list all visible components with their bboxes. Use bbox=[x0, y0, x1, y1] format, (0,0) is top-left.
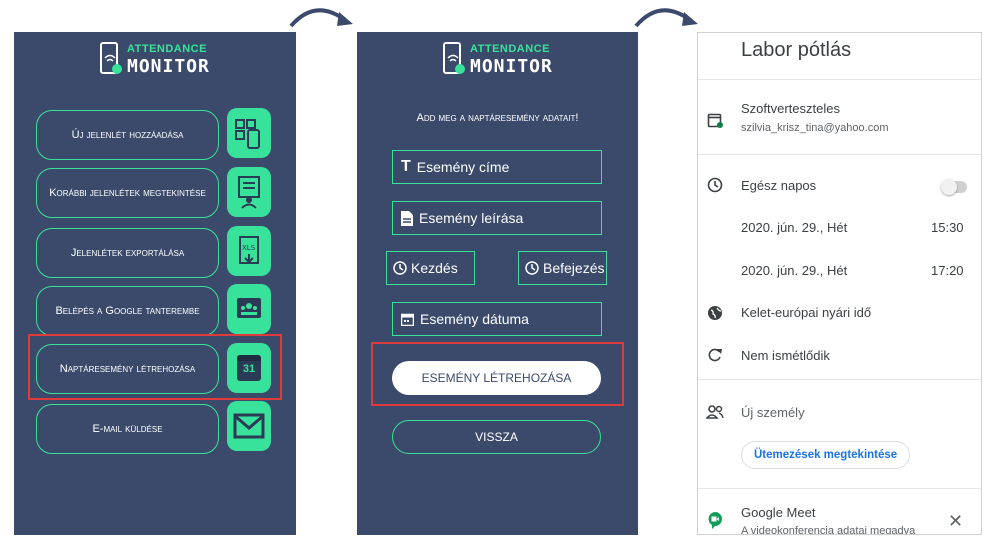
send-email-button[interactable]: E-mail küldése bbox=[36, 404, 219, 454]
field-label: Befejezés bbox=[543, 260, 605, 276]
add-attendance-button[interactable]: Új jelenlét hozzáadása bbox=[36, 110, 219, 160]
list-person-icon[interactable] bbox=[227, 167, 271, 217]
start-time[interactable]: 15:30 bbox=[931, 220, 964, 235]
menu-item-label: Jelenlétek exportálása bbox=[70, 247, 185, 259]
logo-dot bbox=[112, 64, 122, 74]
export-attendance-button[interactable]: Jelenlétek exportálása bbox=[36, 228, 219, 278]
form-prompt: Add meg a naptáresemény adatait! bbox=[416, 112, 579, 124]
flow-arrow-icon bbox=[634, 8, 698, 28]
event-date-field[interactable]: Esemény dátuma bbox=[392, 302, 602, 336]
event-description-field[interactable]: Esemény leírása bbox=[392, 201, 602, 235]
xls-export-icon[interactable]: XLS bbox=[227, 226, 271, 276]
qr-phone-icon[interactable] bbox=[227, 108, 271, 158]
field-label: Kezdés bbox=[411, 260, 458, 276]
classroom-icon[interactable] bbox=[227, 284, 271, 334]
view-attendance-button[interactable]: Korábbi jelenlétek megtekintése bbox=[36, 168, 219, 218]
app-logo: ATTENDANCE MONITOR bbox=[100, 40, 220, 80]
svg-text:XLS: XLS bbox=[242, 244, 256, 252]
toggle-knob bbox=[941, 179, 957, 195]
divider bbox=[698, 79, 981, 80]
flow-arrow-icon bbox=[289, 8, 353, 28]
menu-item-label: Új jelenlét hozzáadása bbox=[71, 129, 184, 141]
end-time-button[interactable]: Befejezés bbox=[518, 251, 607, 285]
clock-icon bbox=[706, 176, 724, 194]
google-meet-icon bbox=[706, 511, 724, 529]
meet-title: Google Meet bbox=[741, 505, 816, 520]
end-date[interactable]: 2020. jún. 29., Hét bbox=[741, 263, 847, 278]
calendar-icon bbox=[706, 111, 724, 129]
meet-subtitle: A videokonferencia adatai megadva bbox=[741, 525, 916, 535]
all-day-toggle[interactable] bbox=[941, 179, 967, 195]
end-time[interactable]: 17:20 bbox=[931, 263, 964, 278]
back-button[interactable]: VISSZA bbox=[392, 420, 601, 454]
menu-item-label: Belépés a Google tanterembe bbox=[55, 305, 200, 317]
calendar-event-screen: Labor pótlás Szoftverteszteles szilvia_k… bbox=[697, 32, 982, 535]
app-logo: ATTENDANCE MONITOR bbox=[443, 40, 563, 80]
calendar-icon bbox=[401, 313, 414, 326]
logo-line1: ATTENDANCE bbox=[127, 43, 207, 55]
start-date[interactable]: 2020. jún. 29., Hét bbox=[741, 220, 847, 235]
people-icon bbox=[706, 403, 724, 421]
menu-item-label: Korábbi jelenlétek megtekintése bbox=[49, 187, 206, 199]
event-form-screen: ATTENDANCE MONITOR Add meg a naptáresemé… bbox=[357, 32, 638, 535]
close-icon[interactable]: ✕ bbox=[948, 511, 963, 532]
document-icon bbox=[401, 210, 413, 226]
calendar-name[interactable]: Szoftverteszteles bbox=[741, 101, 840, 116]
logo-dot bbox=[455, 64, 465, 74]
divider bbox=[698, 379, 981, 380]
menu-item-label: E-mail küldése bbox=[92, 423, 163, 435]
field-label: Esemény címe bbox=[416, 159, 510, 175]
logo-line1: ATTENDANCE bbox=[470, 43, 550, 55]
clock-icon bbox=[525, 261, 539, 275]
logo-line2: MONITOR bbox=[470, 56, 553, 77]
calendar-account: szilvia_krisz_tina@yahoo.com bbox=[741, 122, 889, 134]
view-schedules-button[interactable]: Ütemezések megtekintése bbox=[741, 441, 911, 469]
text-icon: T bbox=[401, 158, 411, 175]
add-person-field[interactable]: Új személy bbox=[741, 405, 805, 420]
repeat-setting[interactable]: Nem ismétlődik bbox=[741, 348, 830, 363]
field-label: Esemény leírása bbox=[419, 210, 524, 226]
timezone[interactable]: Kelet-európai nyári idő bbox=[741, 305, 871, 320]
mail-icon[interactable] bbox=[227, 401, 271, 451]
event-title-field[interactable]: T Esemény címe bbox=[392, 150, 602, 184]
highlight-box bbox=[28, 334, 282, 400]
all-day-label: Egész napos bbox=[741, 178, 817, 193]
highlight-box bbox=[371, 342, 624, 406]
start-time-button[interactable]: Kezdés bbox=[386, 251, 475, 285]
divider bbox=[698, 154, 981, 155]
clock-icon bbox=[393, 261, 407, 275]
event-title: Labor pótlás bbox=[741, 39, 852, 61]
field-label: Esemény dátuma bbox=[420, 311, 529, 327]
main-menu-screen: ATTENDANCE MONITOR Új jelenlét hozzáadás… bbox=[14, 32, 296, 535]
repeat-icon bbox=[706, 346, 724, 364]
globe-icon bbox=[706, 304, 724, 322]
logo-line2: MONITOR bbox=[127, 56, 210, 77]
google-classroom-button[interactable]: Belépés a Google tanterembe bbox=[36, 286, 219, 336]
divider bbox=[698, 488, 981, 489]
